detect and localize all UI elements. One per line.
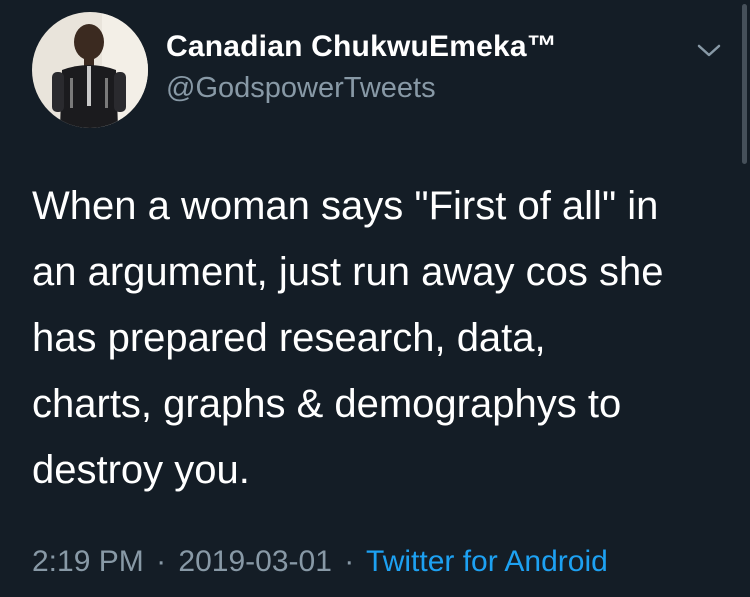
chevron-down-icon[interactable] (695, 40, 723, 60)
tweet-date[interactable]: 2019-03-01 (178, 545, 331, 578)
tweet-source-link[interactable]: Twitter for Android (366, 545, 608, 578)
tweet-card: Canadian ChukwuEmeka™ @GodspowerTweets W… (0, 0, 750, 597)
meta-separator: · (344, 545, 355, 578)
avatar[interactable] (32, 12, 148, 128)
author-name[interactable]: Canadian ChukwuEmeka™ (166, 30, 557, 64)
tweet-text: When a woman says "First of all" in an a… (32, 184, 664, 492)
author-handle[interactable]: @GodspowerTweets (166, 72, 436, 105)
scrollbar[interactable] (742, 4, 747, 164)
tweet-meta: 2:19 PM · 2019-03-01 · Twitter for Andro… (32, 545, 608, 579)
meta-separator: · (156, 545, 167, 578)
tweet-time[interactable]: 2:19 PM (32, 545, 144, 578)
